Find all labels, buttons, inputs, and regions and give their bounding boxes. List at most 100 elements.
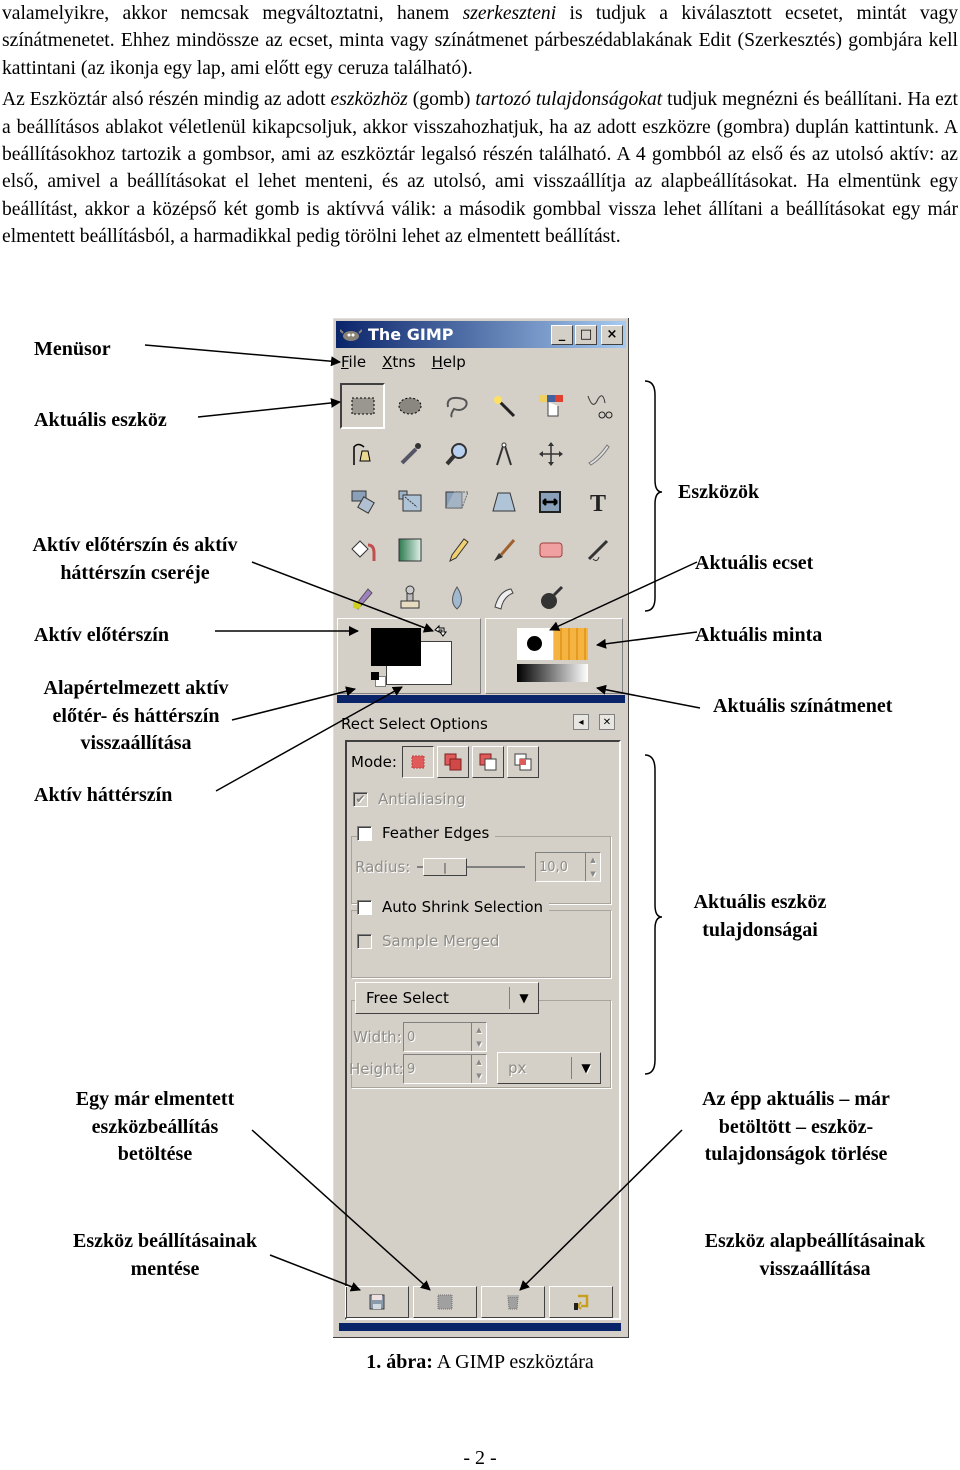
auto-shrink-label: Auto Shrink Selection xyxy=(382,898,544,916)
delete-options-button[interactable] xyxy=(481,1286,545,1318)
fixed-mode-dropdown[interactable]: Free Select ▼ xyxy=(355,982,539,1014)
spin-arrows[interactable]: ▲ ▼ xyxy=(471,1023,486,1051)
gimp-logo-icon xyxy=(340,328,362,341)
default-colors-icon[interactable] xyxy=(371,672,386,687)
restore-options-button[interactable] xyxy=(413,1286,477,1318)
tool-scissors[interactable] xyxy=(574,382,621,430)
menu-xtns[interactable]: Xtns xyxy=(382,353,415,371)
airbrush-icon xyxy=(587,539,608,562)
tool-move[interactable] xyxy=(527,430,574,478)
height-label: Height: xyxy=(349,1060,404,1078)
color-area xyxy=(337,618,625,694)
label-visszaallitasa: Eszköz alapbeállításainak visszaállítása xyxy=(680,1228,950,1283)
tool-scale[interactable] xyxy=(386,478,433,526)
height-value: 9 xyxy=(407,1061,416,1077)
trash-icon xyxy=(507,1295,519,1310)
tool-shear[interactable] xyxy=(433,478,480,526)
unit-value: px xyxy=(508,1059,527,1077)
smudge-icon xyxy=(493,588,514,610)
tool-bucket-fill[interactable] xyxy=(339,526,386,574)
tool-transform[interactable] xyxy=(339,478,386,526)
tool-crop[interactable] xyxy=(574,430,621,478)
menu-label: tns xyxy=(392,353,416,371)
save-icon xyxy=(369,1294,385,1310)
radius-slider-thumb[interactable]: | xyxy=(423,858,467,876)
mode-subtract-icon xyxy=(479,753,497,771)
tool-color-picker[interactable] xyxy=(386,430,433,478)
transform-icon xyxy=(351,490,375,514)
close-options-icon[interactable]: ✕ xyxy=(599,714,615,730)
tool-paths[interactable] xyxy=(339,430,386,478)
tool-text[interactable]: T xyxy=(574,478,621,526)
tool-pencil[interactable] xyxy=(433,526,480,574)
page-number: - 2 - xyxy=(463,1447,497,1469)
tool-grid: T xyxy=(339,382,621,622)
label-ecset: Aktuális ecset xyxy=(695,552,814,574)
tool-perspective[interactable] xyxy=(480,478,527,526)
tool-airbrush[interactable] xyxy=(574,526,621,574)
label-csere: Aktív előtérszín és aktív háttérszín cse… xyxy=(10,532,260,587)
tool-free-select[interactable] xyxy=(433,382,480,430)
sample-merged-checkbox[interactable] xyxy=(357,933,372,949)
spin-arrows[interactable]: ▲ ▼ xyxy=(585,853,600,881)
width-value: 0 xyxy=(407,1029,416,1045)
menu-help[interactable]: Help xyxy=(432,353,466,371)
tool-ink[interactable] xyxy=(339,574,386,622)
paintbrush-icon xyxy=(493,539,515,561)
menu-label: elp xyxy=(442,353,466,371)
tool-smudge[interactable] xyxy=(480,574,527,622)
menu-file[interactable]: File xyxy=(341,353,366,371)
tool-blur[interactable] xyxy=(433,574,480,622)
radius-spinbox[interactable]: 10,0 ▲ ▼ xyxy=(535,852,601,882)
label-alapertelmezett: Alapértelmezett aktív előtér- és háttérs… xyxy=(20,675,252,758)
reset-options-button[interactable] xyxy=(549,1286,613,1318)
mode-replace-button[interactable] xyxy=(401,746,434,778)
tool-dodge-burn[interactable] xyxy=(527,574,574,622)
antialiasing-checkbox[interactable]: ✔ xyxy=(353,791,368,807)
title-bar[interactable]: The GIMP _ □ × xyxy=(336,321,626,348)
tool-color-select[interactable] xyxy=(527,382,574,430)
mode-subtract-button[interactable] xyxy=(471,746,504,778)
tool-clone[interactable] xyxy=(386,574,433,622)
shear-icon xyxy=(445,491,469,509)
tool-ellipse-select[interactable] xyxy=(386,382,433,430)
tool-paintbrush[interactable] xyxy=(480,526,527,574)
label-tulajdonsagai: Aktuális eszköz tulajdonságai xyxy=(670,889,850,944)
minimize-button[interactable]: _ xyxy=(551,324,573,345)
swap-colors-icon[interactable] xyxy=(432,623,450,641)
text-icon: T xyxy=(589,491,605,517)
foreground-color-swatch[interactable] xyxy=(371,628,421,666)
mode-label: Mode: xyxy=(351,753,397,771)
tool-measure[interactable] xyxy=(480,430,527,478)
menu-left-arrow-icon[interactable]: ◂ xyxy=(573,714,589,730)
current-gradient[interactable] xyxy=(517,664,588,682)
auto-shrink-checkbox[interactable] xyxy=(357,899,372,915)
mode-add-button[interactable] xyxy=(436,746,469,778)
height-spinbox[interactable]: 9 ▲ ▼ xyxy=(403,1054,487,1084)
feather-edges-checkbox[interactable] xyxy=(357,825,372,841)
current-brush[interactable] xyxy=(517,628,553,660)
tool-fuzzy-select[interactable] xyxy=(480,382,527,430)
tool-eraser[interactable] xyxy=(527,526,574,574)
label-line: előtér- és háttérszín xyxy=(52,704,220,727)
unit-dropdown[interactable]: px ▼ xyxy=(497,1052,601,1084)
label-minta: Aktuális minta xyxy=(695,624,823,646)
label-line: háttérszín cseréje xyxy=(60,561,210,584)
spin-arrows[interactable]: ▲ ▼ xyxy=(471,1055,486,1083)
tool-blend[interactable] xyxy=(386,526,433,574)
fg-bg-color-widget xyxy=(337,618,481,694)
current-pattern[interactable] xyxy=(554,628,588,660)
width-spinbox[interactable]: 0 ▲ ▼ xyxy=(403,1022,487,1052)
brush-pattern-gradient-area xyxy=(485,618,623,694)
svg-text:T: T xyxy=(589,491,605,517)
paragraph-1: valamelyikre, akkor nemcsak megváltoztat… xyxy=(2,3,959,79)
window-title: The GIMP xyxy=(368,325,454,344)
close-button[interactable]: × xyxy=(601,324,623,345)
mode-intersect-button[interactable] xyxy=(506,746,539,778)
tool-rect-select[interactable] xyxy=(340,383,385,429)
maximize-button[interactable]: □ xyxy=(575,324,597,345)
save-options-button[interactable] xyxy=(345,1286,409,1318)
tool-zoom[interactable] xyxy=(433,430,480,478)
rect-select-icon xyxy=(351,397,374,415)
tool-flip[interactable] xyxy=(527,478,574,526)
